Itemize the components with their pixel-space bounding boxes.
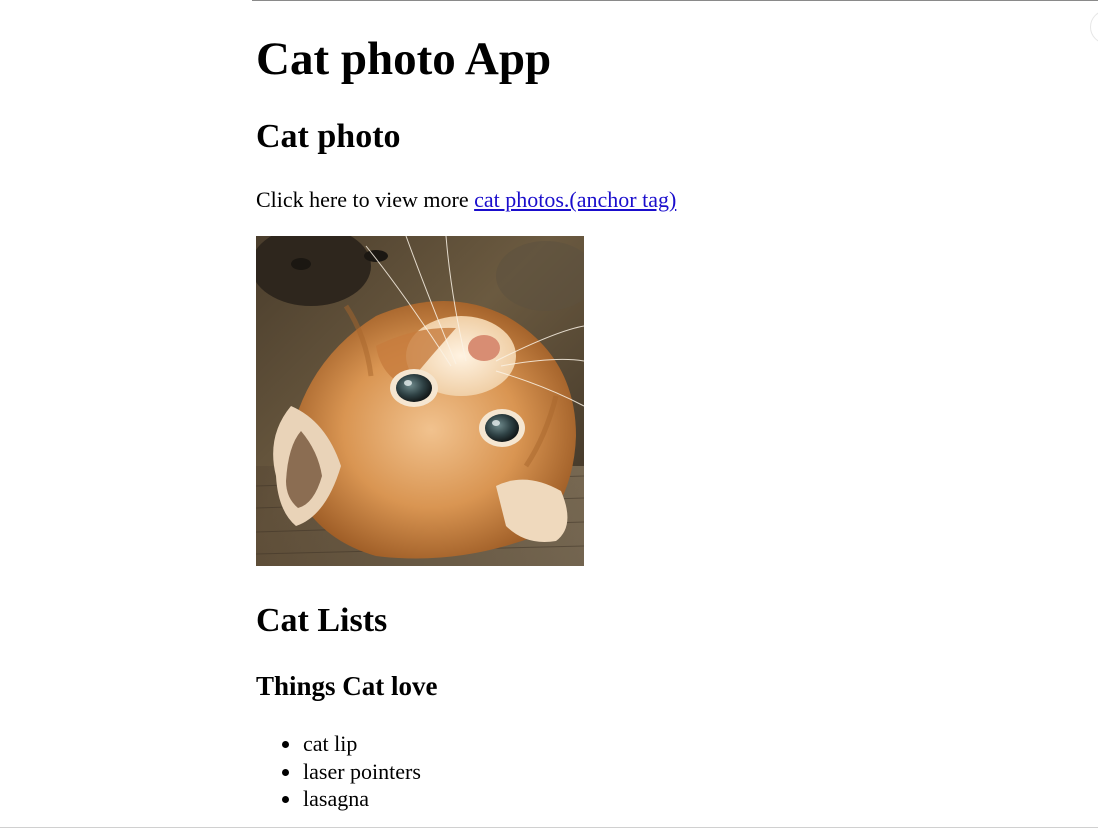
browser-corner-indicator bbox=[1090, 10, 1098, 44]
bullet-icon bbox=[282, 768, 289, 776]
bottom-divider bbox=[0, 827, 1098, 828]
list-item-label: lasagna bbox=[303, 786, 369, 811]
intro-paragraph: Click here to view more cat photos.(anch… bbox=[256, 186, 676, 214]
bullet-icon bbox=[282, 796, 289, 803]
cat-lists-heading: Cat Lists bbox=[256, 602, 388, 639]
cat-photo-heading: Cat photo bbox=[256, 118, 401, 155]
cat-photos-link[interactable]: cat photos.(anchor tag) bbox=[474, 187, 676, 212]
list-item: laser pointers bbox=[256, 758, 421, 786]
top-divider bbox=[252, 0, 1098, 1]
cat-love-list: cat lip laser pointers lasagna bbox=[256, 730, 421, 813]
page-title: Cat photo App bbox=[256, 33, 552, 85]
list-item-label: cat lip bbox=[303, 731, 358, 756]
things-cat-love-heading: Things Cat love bbox=[256, 671, 438, 701]
intro-text: Click here to view more bbox=[256, 187, 475, 212]
cat-photo-image[interactable] bbox=[256, 236, 584, 566]
list-item-label: laser pointers bbox=[303, 758, 421, 784]
list-item: cat lip bbox=[256, 730, 421, 758]
list-item: lasagna bbox=[256, 785, 421, 813]
bullet-icon bbox=[282, 741, 289, 748]
